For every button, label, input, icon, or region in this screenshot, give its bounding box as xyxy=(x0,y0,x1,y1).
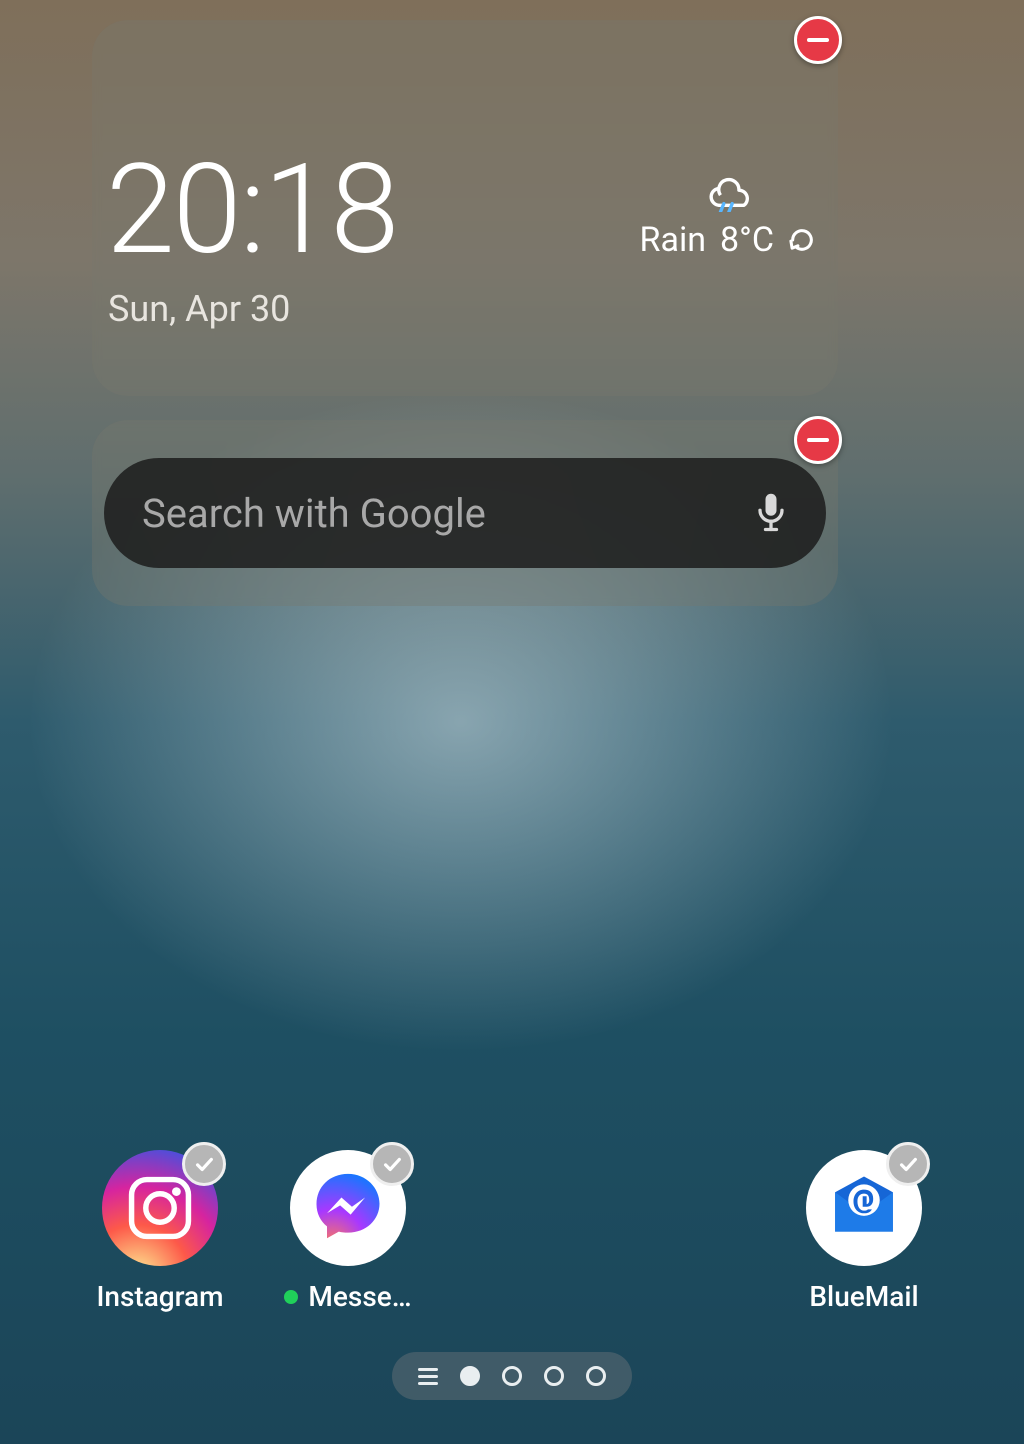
messenger-icon xyxy=(290,1150,406,1266)
search-placeholder: Search with Google xyxy=(142,490,486,537)
page-dot-4[interactable] xyxy=(586,1366,606,1386)
clock-date: Sun, Apr 30 xyxy=(108,288,290,330)
page-indicator[interactable] xyxy=(392,1352,632,1400)
app-label: BlueMail xyxy=(809,1280,918,1313)
remove-widget-button[interactable] xyxy=(794,416,842,464)
selected-check-icon xyxy=(370,1142,414,1186)
home-app-row: Instagram Messe… xyxy=(88,1150,936,1313)
selected-check-icon xyxy=(886,1142,930,1186)
app-messenger[interactable]: Messe… xyxy=(276,1150,420,1313)
app-label: Instagram xyxy=(96,1280,223,1313)
page-dot-3[interactable] xyxy=(544,1366,564,1386)
app-label: Messe… xyxy=(284,1280,411,1313)
clock-weather-widget[interactable]: 20:18 Sun, Apr 30 Rain 8°C xyxy=(92,20,838,396)
selected-check-icon xyxy=(182,1142,226,1186)
weather-temperature: 8°C xyxy=(720,220,774,260)
minus-icon xyxy=(807,438,829,442)
weather-block[interactable]: Rain 8°C xyxy=(640,170,816,260)
app-instagram[interactable]: Instagram xyxy=(88,1150,232,1313)
search-widget[interactable]: Search with Google xyxy=(92,420,838,606)
google-search-input[interactable]: Search with Google xyxy=(104,458,826,568)
online-status-dot xyxy=(284,1290,298,1304)
page-dot-1[interactable] xyxy=(460,1366,480,1386)
rain-cloud-icon xyxy=(699,170,757,212)
clock-time: 20:18 xyxy=(106,138,397,283)
weather-condition: Rain xyxy=(640,220,707,260)
bluemail-icon xyxy=(806,1150,922,1266)
refresh-icon[interactable] xyxy=(788,226,816,254)
app-bluemail[interactable]: BlueMail xyxy=(792,1150,936,1313)
minus-icon xyxy=(807,38,829,42)
empty-slot xyxy=(464,1150,748,1313)
microphone-icon[interactable] xyxy=(754,491,788,535)
remove-widget-button[interactable] xyxy=(794,16,842,64)
page-dot-2[interactable] xyxy=(502,1366,522,1386)
instagram-icon xyxy=(102,1150,218,1266)
all-pages-icon[interactable] xyxy=(418,1368,438,1385)
